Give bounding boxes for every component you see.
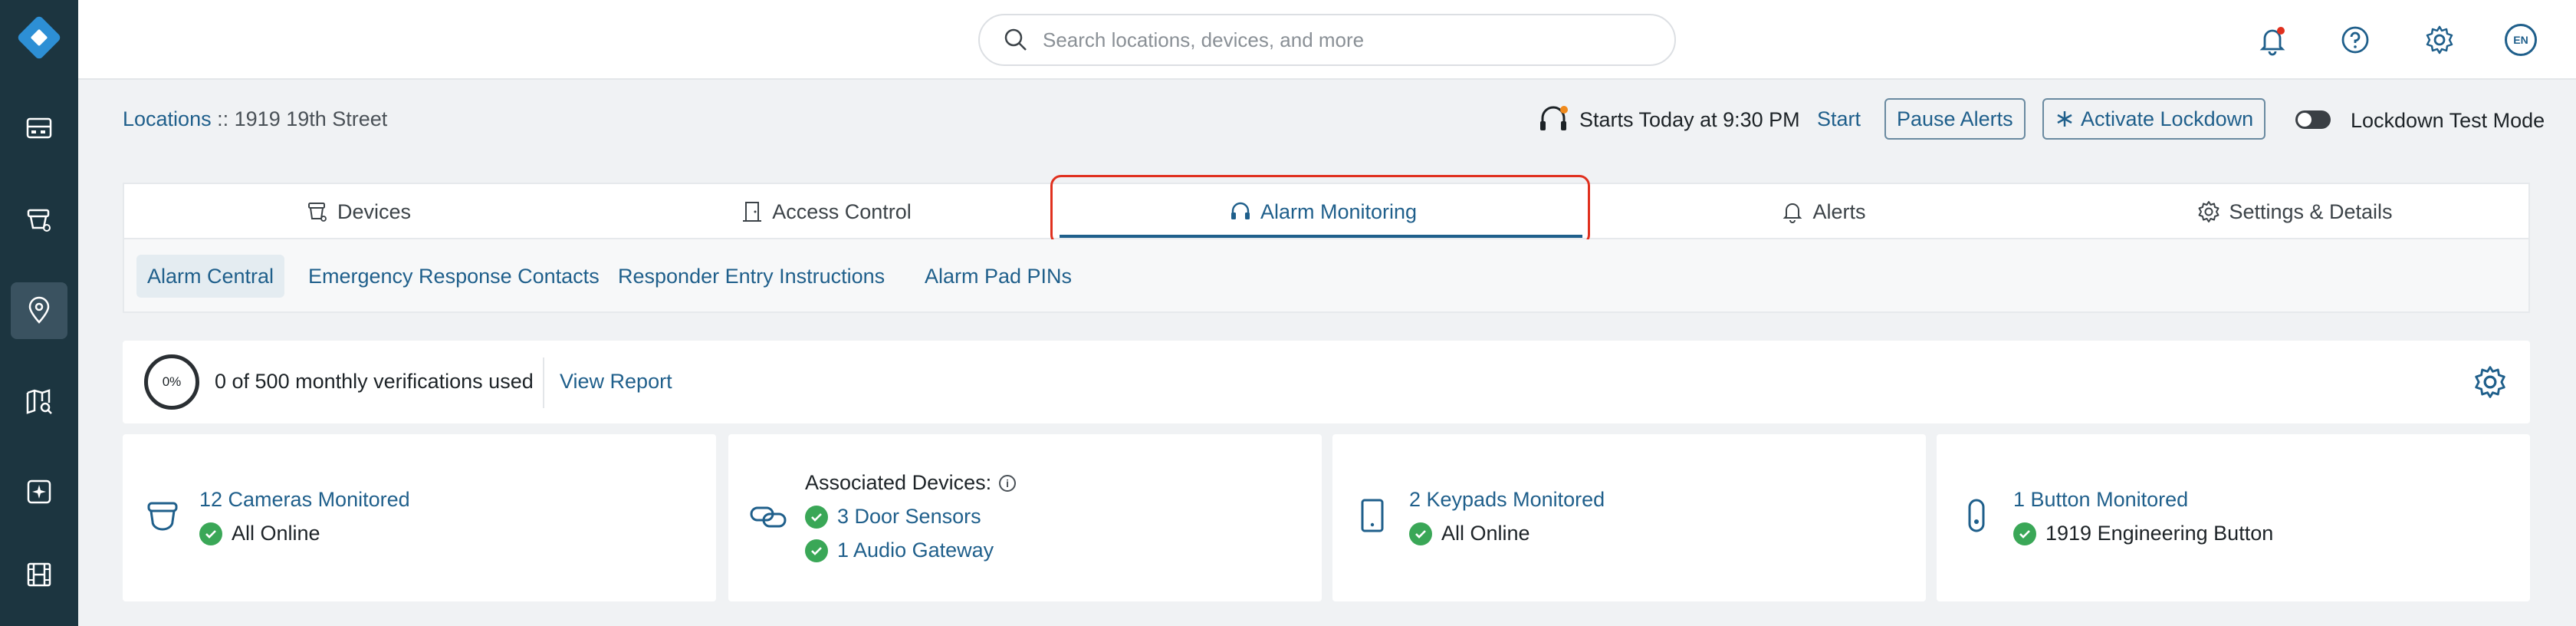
search-icon — [1004, 28, 1027, 51]
keypads-monitored-link[interactable]: 2 Keypads Monitored — [1409, 488, 1605, 512]
settings-button[interactable] — [2418, 18, 2461, 61]
subtab-alarm-pad-pins[interactable]: Alarm Pad PINs — [914, 255, 1083, 298]
help-icon — [2341, 26, 2369, 54]
bell-icon — [2259, 27, 2285, 56]
tab-label: Settings & Details — [2229, 199, 2393, 223]
map-search-icon — [26, 389, 52, 414]
camera-dome-icon — [147, 502, 178, 531]
keypads-status: All Online — [1441, 522, 1530, 545]
cameras-monitored-link[interactable]: 12 Cameras Monitored — [199, 488, 410, 512]
view-report-link[interactable]: View Report — [560, 370, 672, 394]
door-icon — [743, 202, 762, 222]
sidebar-item-integrations[interactable] — [11, 463, 67, 520]
keypad-icon — [1361, 499, 1384, 532]
location-header: Locations :: 1919 19th Street Starts Tod… — [78, 81, 2576, 155]
gear-icon — [2198, 201, 2220, 222]
notifications-button[interactable] — [2251, 18, 2294, 61]
activate-lockdown-button[interactable]: Activate Lockdown — [2042, 98, 2266, 140]
alarm-schedule: Starts Today at 9:30 PM — [1536, 103, 1800, 137]
associated-devices-title: Associated Devices: — [805, 471, 992, 494]
language-button[interactable]: EN — [2499, 18, 2542, 61]
asterisk-icon — [2057, 111, 2072, 127]
headset-icon — [1540, 106, 1568, 130]
alarm-schedule-text: Starts Today at 9:30 PM — [1579, 107, 1800, 131]
subtab-emergency-response-contacts[interactable]: Emergency Response Contacts — [297, 255, 610, 298]
pause-alerts-button[interactable]: Pause Alerts — [1884, 98, 2026, 140]
tab-label: Devices — [337, 199, 412, 223]
sidebar-item-locations[interactable] — [11, 282, 67, 339]
gear-icon — [2426, 25, 2453, 54]
verifications-progress-ring: 0% — [144, 354, 199, 410]
breadcrumb-separator: :: — [217, 107, 229, 130]
breadcrumb-locations-link[interactable]: Locations — [123, 107, 212, 130]
associated-devices-card: Associated Devices: i 3 Door Sensors 1 A… — [728, 434, 1322, 601]
integrations-icon — [27, 479, 51, 504]
buttons-card: 1 Button Monitored 1919 Engineering Butt… — [1937, 434, 2530, 601]
tab-devices[interactable]: Devices — [124, 184, 592, 239]
subtab-responder-entry-instructions[interactable]: Responder Entry Instructions — [607, 255, 895, 298]
panic-button-icon — [1968, 499, 1985, 532]
gear-icon[interactable] — [2472, 364, 2509, 400]
cameras-card: 12 Cameras Monitored All Online — [123, 434, 716, 601]
check-icon — [805, 505, 828, 529]
sidebar-item-devices[interactable] — [11, 192, 67, 249]
sidebar-item-video[interactable] — [11, 546, 67, 603]
devices-icon — [27, 209, 51, 232]
bell-icon — [1783, 203, 1802, 223]
check-icon — [1409, 522, 1432, 545]
search-box[interactable] — [978, 14, 1676, 66]
dashboard-icon — [26, 117, 52, 139]
tab-settings-details[interactable]: Settings & Details — [2061, 184, 2528, 239]
tab-label: Access Control — [772, 199, 912, 223]
tab-alerts[interactable]: Alerts — [1585, 184, 2061, 239]
breadcrumb: Locations :: 1919 19th Street — [123, 107, 387, 131]
devices-icon — [307, 203, 327, 222]
sidebar — [0, 0, 78, 626]
search-input[interactable] — [1043, 28, 1656, 52]
lockdown-test-mode-label: Lockdown Test Mode — [2351, 109, 2545, 132]
activate-lockdown-label: Activate Lockdown — [2081, 107, 2254, 130]
keypads-card: 2 Keypads Monitored All Online — [1332, 434, 1926, 601]
buttons-monitored-link[interactable]: 1 Button Monitored — [2013, 488, 2188, 512]
start-link[interactable]: Start — [1817, 107, 1861, 131]
film-icon — [27, 562, 51, 587]
language-badge: EN — [2505, 24, 2537, 56]
tab-access-control[interactable]: Access Control — [592, 184, 1060, 239]
app-logo[interactable] — [14, 12, 64, 63]
lockdown-test-mode-toggle[interactable] — [2295, 110, 2331, 129]
verifications-usage-text: 0 of 500 monthly verifications used — [215, 370, 534, 393]
audio-gateway-link[interactable]: 1 Audio Gateway — [837, 539, 994, 562]
divider — [543, 357, 544, 408]
check-icon — [2013, 522, 2036, 545]
tab-label: Alerts — [1812, 199, 1866, 223]
logo-icon — [18, 16, 61, 59]
subtab-alarm-central[interactable]: Alarm Central — [136, 255, 285, 298]
check-icon — [199, 522, 222, 545]
info-icon[interactable]: i — [999, 474, 1017, 492]
help-button[interactable] — [2334, 18, 2377, 61]
pause-alerts-label: Pause Alerts — [1897, 107, 2013, 130]
sidebar-item-map[interactable] — [11, 373, 67, 430]
breadcrumb-current: 1919 19th Street — [234, 107, 388, 130]
cameras-status: All Online — [232, 522, 320, 545]
door-sensors-link[interactable]: 3 Door Sensors — [837, 505, 981, 529]
alarm-subtabs: Alarm Central Emergency Response Contact… — [123, 239, 2530, 313]
button-name: 1919 Engineering Button — [2045, 522, 2274, 545]
check-icon — [805, 539, 828, 562]
location-pin-icon — [28, 296, 50, 324]
top-bar: EN — [78, 0, 2576, 80]
verifications-panel: 0% 0 of 500 monthly verifications used V… — [123, 341, 2530, 423]
highlight-box — [1050, 175, 1590, 245]
link-icon — [750, 506, 787, 528]
sidebar-item-dashboard[interactable] — [11, 100, 67, 156]
